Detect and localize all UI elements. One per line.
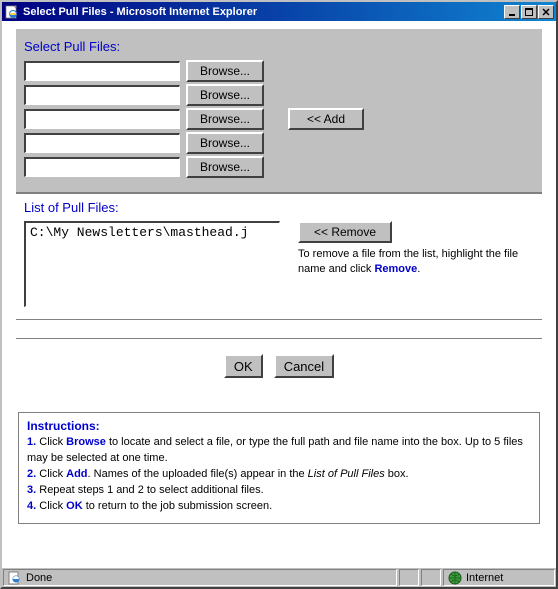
file-input-2[interactable] [24,85,180,105]
window-controls [503,5,554,19]
cancel-button[interactable]: Cancel [274,354,334,378]
instructions-title: Instructions: [27,419,531,433]
zone-pane: Internet [443,569,555,586]
status-pane: Done [3,569,397,586]
instruction-2: 2. Click Add. Names of the uploaded file… [27,467,531,483]
file-list-box[interactable]: C:\My Newsletters\masthead.j [24,221,280,307]
globe-icon [448,571,462,585]
list-files-title: List of Pull Files: [24,196,534,221]
divider [16,192,542,193]
browse-button-5[interactable]: Browse... [186,156,264,178]
remove-button[interactable]: << Remove [298,221,392,243]
file-input-4[interactable] [24,133,180,153]
window-title: Select Pull Files - Microsoft Internet E… [20,6,503,18]
close-button[interactable] [538,5,554,19]
browse-button-3[interactable]: Browse... [186,108,264,130]
maximize-button[interactable] [521,5,537,19]
divider [16,338,542,340]
instruction-1: 1. Click Browse to locate and select a f… [27,435,531,467]
file-rows: Browse... Browse... Browse... << Add Bro… [16,60,542,188]
titlebar: Select Pull Files - Microsoft Internet E… [2,2,556,21]
file-input-3[interactable] [24,109,180,129]
statusbar: Done Internet [2,567,556,587]
dialog-actions: OK Cancel [2,354,556,378]
window-frame: Select Pull Files - Microsoft Internet E… [0,0,558,589]
file-input-1[interactable] [24,61,180,81]
minimize-button[interactable] [504,5,520,19]
instructions-panel: Instructions: 1. Click Browse to locate … [18,412,540,524]
ie-page-icon [8,571,22,585]
select-files-title: Select Pull Files: [16,29,542,60]
remove-help-text: To remove a file from the list, highligh… [298,247,534,277]
instruction-3: 3. Repeat steps 1 and 2 to select additi… [27,483,531,499]
status-blank-2 [421,569,441,586]
zone-text: Internet [466,572,503,584]
ok-button[interactable]: OK [224,354,263,378]
list-files-panel: List of Pull Files: C:\My Newsletters\ma… [16,194,542,320]
add-button[interactable]: << Add [288,108,364,130]
instruction-4: 4. Click OK to return to the job submiss… [27,499,531,515]
select-files-panel: Select Pull Files: Browse... Browse... B… [16,29,542,194]
browse-button-1[interactable]: Browse... [186,60,264,82]
ie-page-icon [4,4,20,20]
browse-button-2[interactable]: Browse... [186,84,264,106]
file-input-5[interactable] [24,157,180,177]
status-text: Done [26,572,52,584]
list-item[interactable]: C:\My Newsletters\masthead.j [30,225,275,240]
status-blank-1 [399,569,419,586]
browse-button-4[interactable]: Browse... [186,132,264,154]
content-area: Select Pull Files: Browse... Browse... B… [2,21,556,567]
